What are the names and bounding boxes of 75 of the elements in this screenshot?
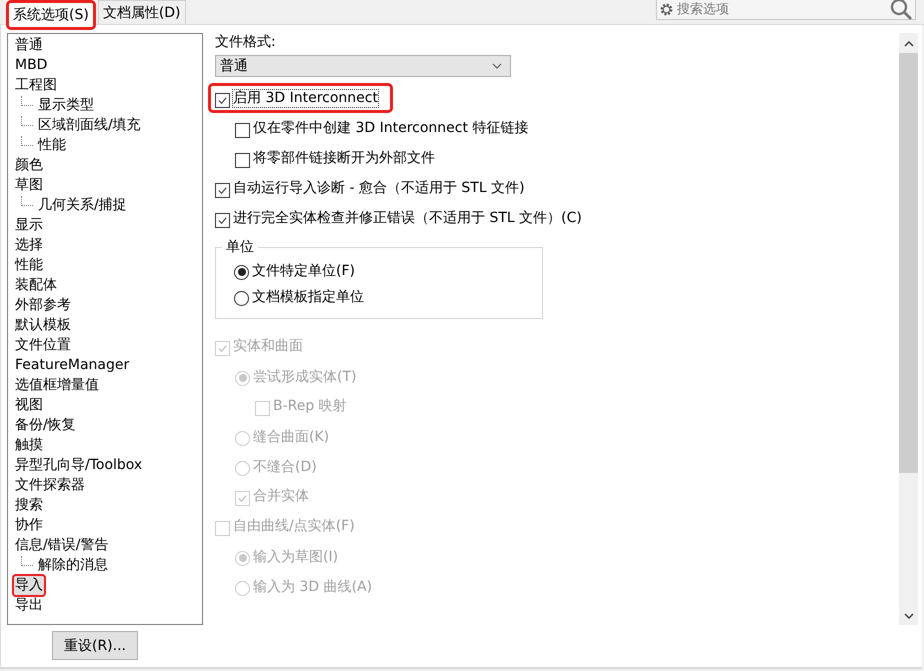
reset-button[interactable]: 重设(R)... [52, 631, 138, 660]
option-label: 合并实体 [253, 488, 309, 505]
tab[interactable]: 系统选项(S) [6, 0, 96, 30]
settings-icon[interactable] [659, 2, 674, 17]
option-label: 输入为 3D 曲线(A) [253, 578, 372, 596]
tree-item[interactable]: 外部参考 [12, 294, 74, 316]
option-label: 文件特定单位(F) [252, 262, 355, 280]
tree-item[interactable]: 异型孔向导/Toolbox [12, 454, 146, 476]
tree-line [21, 556, 33, 566]
radio-button[interactable] [234, 290, 249, 306]
tree-line [21, 136, 33, 146]
tree-item[interactable]: FeatureManager [12, 354, 132, 376]
tree-line [21, 196, 33, 206]
check-icon [217, 185, 228, 196]
radio-button[interactable] [234, 264, 249, 280]
option-label: 进行完全实体检查并修正错误（不适用于 STL 文件）(C) [233, 210, 582, 227]
tree-line [21, 116, 33, 126]
option-label: B-Rep 映射 [273, 398, 347, 415]
tree-item[interactable]: 工程图 [12, 74, 60, 96]
tree-item[interactable]: 视图 [12, 394, 46, 416]
tree-item[interactable]: 性能 [35, 134, 69, 156]
option-label: 输入为草图(I) [253, 548, 338, 566]
check-icon [237, 493, 248, 504]
tree-item[interactable]: 显示 [12, 214, 46, 236]
tree-item[interactable]: 备份/恢复 [12, 414, 79, 436]
tree-item[interactable]: 导出 [12, 594, 46, 616]
checkbox[interactable] [215, 183, 230, 198]
tree-item[interactable]: 选择 [12, 234, 46, 256]
option-label: 缝合曲面(K) [253, 428, 330, 446]
tree-item[interactable]: 草图 [12, 174, 46, 196]
option-label: 自由曲线/点实体(F) [233, 518, 355, 535]
tree-item[interactable]: 显示类型 [35, 94, 97, 116]
chevron-down-icon [492, 63, 502, 69]
option-label: 启用 3D Interconnect [233, 90, 378, 107]
check-icon [217, 343, 228, 354]
tree-item[interactable]: 协作 [12, 514, 46, 536]
tree-item[interactable]: 触摸 [12, 434, 46, 456]
tree-item[interactable]: 默认模板 [12, 314, 74, 336]
check-icon [217, 215, 228, 226]
option-label: 尝试形成实体(T) [253, 368, 356, 386]
tree-item[interactable]: 性能 [12, 254, 46, 276]
check-icon [217, 95, 228, 106]
checkbox[interactable] [235, 153, 250, 168]
search-field[interactable]: 搜索选项 [656, 0, 916, 20]
tree-item[interactable]: 区域剖面线/填充 [35, 114, 144, 136]
chevron-down-icon[interactable] [904, 613, 914, 619]
option-label: 仅在零件中创建 3D Interconnect 特征链接 [253, 120, 528, 137]
tree-item[interactable]: 颜色 [12, 154, 46, 176]
tree-item[interactable]: 选值框增量值 [12, 374, 102, 396]
scrollbar[interactable] [899, 33, 918, 625]
option-label: 将零部件链接断开为外部文件 [253, 150, 435, 167]
option-label: 文档模板指定单位 [252, 288, 364, 306]
tree-item[interactable]: 装配体 [12, 274, 60, 296]
option-label: 不缝合(D) [253, 458, 317, 476]
tree-item[interactable]: 导入 [12, 574, 46, 596]
chevron-up-icon[interactable] [904, 41, 914, 47]
search-icon[interactable] [889, 0, 913, 21]
checkbox[interactable] [235, 123, 250, 138]
tree-item[interactable]: 普通 [12, 34, 46, 56]
tree-item[interactable]: 解除的消息 [35, 554, 111, 576]
tree-line [21, 96, 33, 106]
group-title: 单位 [222, 238, 258, 256]
option-label: 自动运行导入诊断 - 愈合（不适用于 STL 文件) [233, 180, 525, 197]
file-format-dropdown[interactable]: 普通 [215, 55, 511, 77]
tree-item[interactable]: 信息/错误/警告 [12, 534, 112, 556]
checkbox[interactable] [215, 213, 230, 228]
field-label: 文件格式: [215, 33, 276, 52]
tree-item[interactable]: 文件位置 [12, 334, 74, 356]
tree-item[interactable]: 几何关系/捕捉 [35, 194, 130, 216]
option-label: 实体和曲面 [233, 338, 303, 355]
tree-item[interactable]: MBD [12, 54, 50, 76]
tree-item[interactable]: 搜索 [12, 494, 46, 516]
tree-item[interactable]: 文件探索器 [12, 474, 88, 496]
checkbox[interactable] [215, 93, 230, 108]
tab[interactable]: 文档属性(D) [98, 0, 186, 24]
